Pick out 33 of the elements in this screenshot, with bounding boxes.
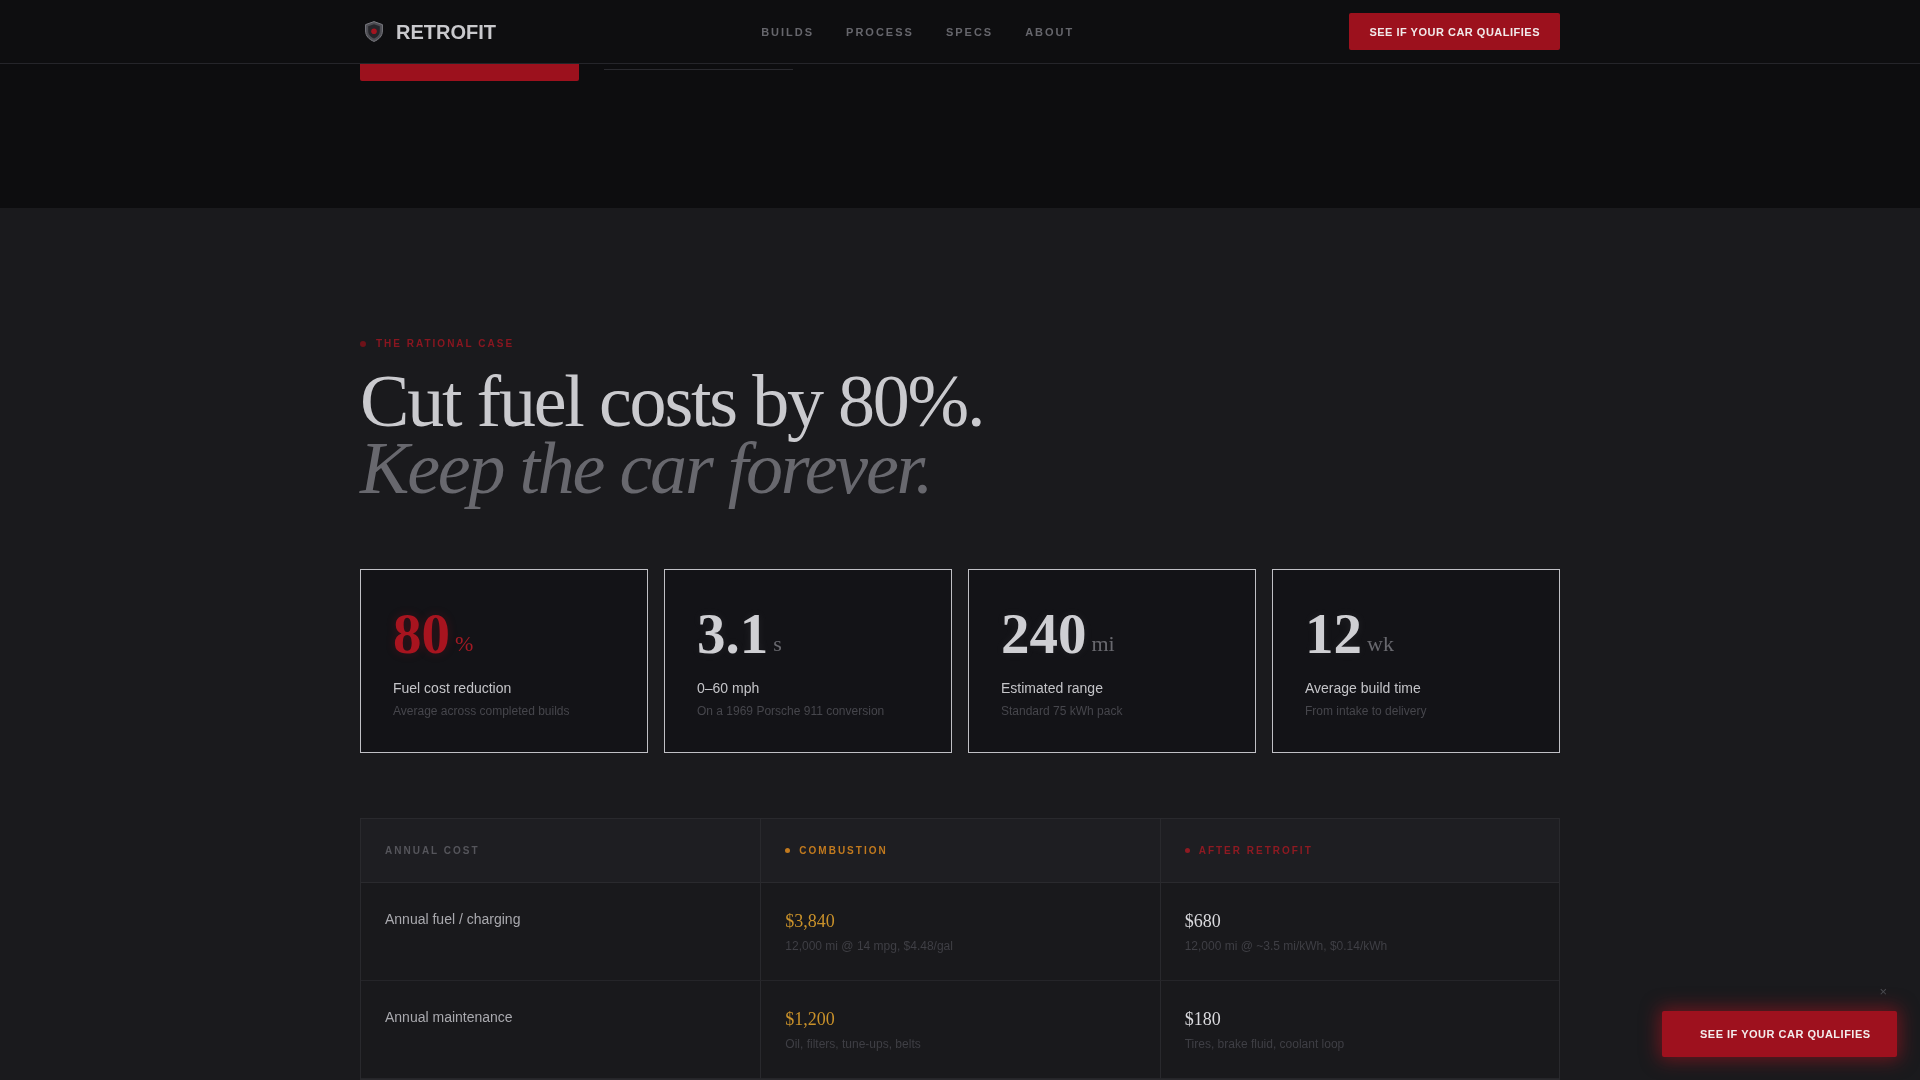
price-value: $3,840 [785,910,835,933]
shield-icon [365,21,383,42]
stat-unit: wk [1367,632,1394,656]
stat-label: 0–60 mph [697,679,761,698]
nav-link[interactable]: SPECS [945,24,994,39]
row-label: Annual maintenance [385,1008,513,1027]
close-button[interactable]: × [1879,985,1887,999]
stat-value: 80 [393,605,450,663]
stat-unit: s [773,632,782,656]
price-value: $1,200 [785,1008,835,1031]
price-value: $180 [1184,1008,1221,1031]
stat-value: 3.1 [697,605,769,663]
dot-icon [360,341,366,347]
price-value: $680 [1184,910,1221,933]
eyebrow-text: THE RATIONAL CASE [376,337,515,351]
column-header: ANNUAL COST [385,843,480,858]
brand-name[interactable]: RETROFIT [396,19,496,44]
nav-link[interactable]: ABOUT [1025,24,1075,39]
stat-unit: mi [1091,632,1115,656]
stat-label: Estimated range [1001,679,1104,698]
cta-button[interactable]: SEE IF YOUR CAR QUALIFIES [1349,13,1560,50]
nav-link[interactable]: BUILDS [761,24,815,39]
stat-label: Average build time [1305,679,1422,698]
nav-link[interactable]: PROCESS [846,24,914,39]
stat-value: 240 [1001,605,1087,663]
cta-button[interactable]: SEE IF YOUR CAR QUALIFIES [1662,1011,1897,1057]
column-header: AFTER RETROFIT [1198,843,1313,858]
stat-unit: % [455,632,474,656]
row-label: Annual fuel / charging [385,910,521,929]
column-header: COMBUSTION [799,843,888,858]
stat-value: 12 [1305,605,1362,663]
hero-button[interactable] [360,64,579,81]
stat-label: Fuel cost reduction [393,679,513,698]
